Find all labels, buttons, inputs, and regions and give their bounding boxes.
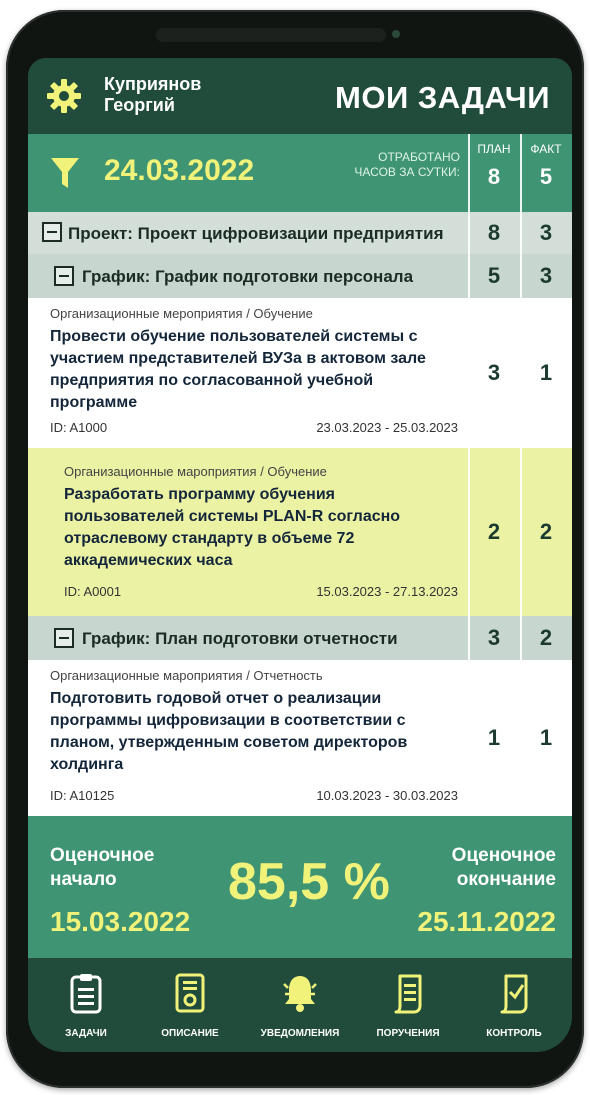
task-text: Подготовить годовой отчет о реализации п… — [50, 690, 408, 773]
project-title: Проект: Проект цифровизации предприятия — [68, 224, 444, 244]
plan-label: ПЛАН — [477, 142, 511, 156]
task-category: Организационные мароприятия / Обучение — [64, 464, 327, 479]
gear-icon[interactable] — [46, 78, 82, 114]
user-name: Куприянов Георгий — [104, 74, 201, 116]
filter-icon[interactable] — [50, 156, 80, 190]
nav-control[interactable]: КОНТРОЛЬ — [464, 958, 564, 1052]
schedule-name: План подготовки отчетности — [155, 629, 398, 648]
nav-label: ОПИСАНИЕ — [161, 1028, 219, 1039]
task-date-range: 10.03.2023 - 30.03.2023 — [316, 788, 458, 803]
project-row[interactable]: Проект: Проект цифровизации предприятия … — [28, 212, 572, 254]
schedule-name: График подготовки персонала — [155, 267, 414, 286]
estimated-end-label-line1: Оценочное — [451, 845, 556, 866]
project-fact: 3 — [539, 220, 553, 245]
task-id: ID: A0001 — [64, 584, 122, 599]
nav-label: УВЕДОМЛЕНИЯ — [260, 1028, 340, 1039]
schedule-row[interactable]: График: План подготовки отчетности 3 2 — [28, 616, 572, 660]
schedule-label: График: — [82, 267, 151, 286]
document-gear-icon — [175, 973, 205, 1013]
nav-label: КОНТРОЛЬ — [486, 1028, 542, 1039]
schedule-plan: 3 — [487, 625, 501, 650]
nav-tasks[interactable]: ЗАДАЧИ — [36, 958, 136, 1052]
filter-bar: 24.03.2022 ОТРАБОТАНО ЧАСОВ ЗА СУТКИ: ПЛ… — [28, 134, 572, 212]
estimated-start-label-line2: начало — [50, 869, 117, 890]
task-plan: 1 — [487, 725, 501, 750]
collapse-icon[interactable] — [42, 222, 62, 242]
bottom-navigation: ЗАДАЧИ ОПИСАНИЕ УВЕДОМЛЕНИЯ ПОРУЧЕНИЯ КО… — [28, 958, 572, 1052]
bell-icon — [283, 976, 317, 1012]
schedule-plan: 5 — [487, 263, 501, 288]
project-plan: 8 — [487, 220, 501, 245]
estimated-end-date: 25.11.2022 — [417, 906, 556, 937]
task-fact: 1 — [539, 725, 553, 750]
project-label: Проект: — [68, 224, 133, 243]
collapse-icon[interactable] — [54, 266, 74, 286]
task-date-range: 23.03.2023 - 25.03.2023 — [316, 420, 458, 435]
task-text: Провести обучение пользователей системы … — [50, 328, 426, 411]
task-row-selected[interactable]: Организационные мароприятия / Обучение Р… — [28, 448, 572, 617]
nav-assignments[interactable]: ПОРУЧЕНИЯ — [358, 958, 458, 1052]
task-category: Организационные мероприятия / Обучение — [50, 306, 313, 321]
task-id: ID: A10125 — [50, 788, 115, 803]
task-id: ID: A1000 — [50, 420, 108, 435]
collapse-icon[interactable] — [54, 628, 74, 648]
task-row[interactable]: Организационные мароприятия / Отчетность… — [28, 660, 572, 816]
schedule-row[interactable]: График: График подготовки персонала 5 3 — [28, 254, 572, 298]
column-divider — [520, 134, 522, 816]
schedule-title: График: График подготовки персонала — [82, 267, 413, 287]
clipboard-icon — [70, 974, 102, 1014]
app-screen: Куприянов Георгий МОИ ЗАДАЧИ 24.03.2022 … — [28, 58, 572, 1052]
scroll-icon — [394, 974, 422, 1014]
task-plan: 3 — [487, 360, 501, 385]
app-header: Куприянов Георгий МОИ ЗАДАЧИ — [28, 58, 572, 134]
schedule-label: График: — [82, 629, 151, 648]
task-text: Разработать программу обучения пользоват… — [64, 486, 401, 569]
page-title: МОИ ЗАДАЧИ — [335, 80, 550, 115]
plan-column-header: ПЛАН 8 — [470, 142, 518, 190]
task-plan: 2 — [487, 519, 501, 544]
nav-description[interactable]: ОПИСАНИЕ — [140, 958, 240, 1052]
user-last-name: Куприянов — [104, 74, 202, 94]
completion-percent: 85,5 % — [228, 853, 390, 911]
estimated-start-label: Оценочное начало — [50, 844, 154, 892]
phone-frame: Куприянов Георгий МОИ ЗАДАЧИ 24.03.2022 … — [6, 10, 584, 1088]
estimate-summary: Оценочное начало 15.03.2022 85,5 % Оцено… — [28, 816, 572, 958]
scroll-check-icon — [500, 974, 528, 1014]
phone-speaker — [156, 28, 386, 42]
front-camera — [392, 30, 400, 38]
nav-notifications[interactable]: УВЕДОМЛЕНИЯ — [250, 958, 350, 1052]
user-first-name: Георгий — [104, 95, 175, 115]
schedule-title: График: План подготовки отчетности — [82, 629, 398, 649]
estimated-start-label-line1: Оценочное — [50, 845, 155, 866]
fact-total: 5 — [539, 164, 553, 189]
task-category: Организационные мароприятия / Отчетность — [50, 668, 323, 683]
column-divider — [468, 134, 470, 816]
estimated-end-label: Оценочное окончание — [452, 844, 556, 892]
fact-label: ФАКТ — [530, 142, 562, 156]
task-fact: 2 — [539, 519, 553, 544]
selected-date[interactable]: 24.03.2022 — [104, 154, 254, 188]
schedule-fact: 3 — [539, 263, 553, 288]
nav-label: ЗАДАЧИ — [65, 1028, 107, 1039]
task-row[interactable]: Организационные мероприятия / Обучение П… — [28, 298, 572, 449]
task-date-range: 15.03.2023 - 27.13.2023 — [316, 584, 458, 599]
task-fact: 1 — [539, 360, 553, 385]
worked-hours-label: ОТРАБОТАНО ЧАСОВ ЗА СУТКИ: — [354, 150, 460, 179]
nav-label: ПОРУЧЕНИЯ — [376, 1028, 440, 1039]
estimated-end-label-line2: окончание — [456, 869, 556, 890]
plan-total: 8 — [487, 164, 501, 189]
project-name: Проект цифровизации предприятия — [137, 224, 444, 243]
schedule-fact: 2 — [539, 625, 553, 650]
estimated-start-date: 15.03.2022 — [50, 906, 191, 937]
fact-column-header: ФАКТ 5 — [522, 142, 570, 190]
